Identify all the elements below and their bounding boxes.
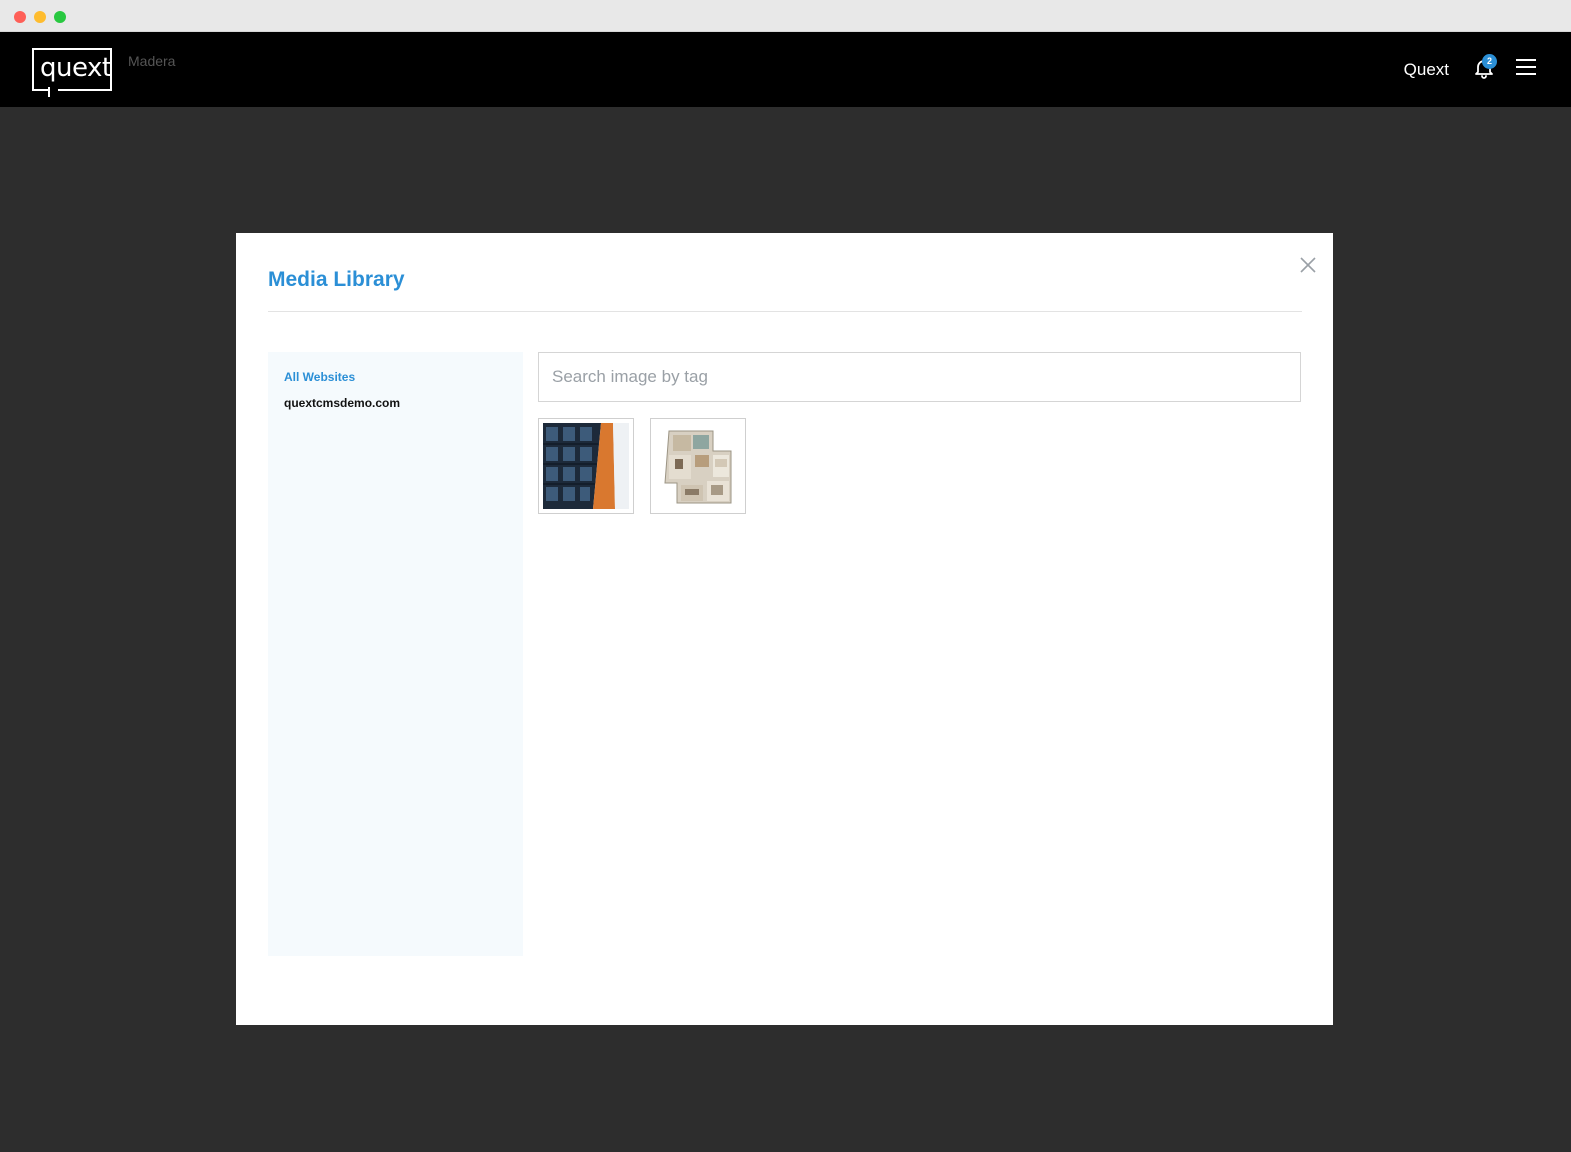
quext-logo[interactable]: quext — [32, 48, 112, 97]
user-name[interactable]: Quext — [1404, 60, 1449, 80]
notification-badge: 2 — [1482, 54, 1497, 69]
logo-text: quext — [40, 53, 112, 83]
property-name: Madera — [128, 53, 176, 69]
minimize-window-button[interactable] — [34, 11, 46, 23]
app-window: quext Madera Quext 2 Media Library All W… — [0, 0, 1571, 1152]
logo-tail — [48, 87, 58, 97]
sidebar-item-all-websites[interactable]: All Websites — [284, 370, 355, 384]
website-filter-sidebar: All Websites quextcmsdemo.com — [268, 352, 523, 956]
image-thumbnail[interactable] — [650, 418, 746, 514]
window-titlebar — [0, 0, 1571, 32]
sidebar-item-quextcmsdemo[interactable]: quextcmsdemo.com — [284, 396, 400, 410]
floor-plan-thumbnail — [655, 423, 741, 509]
close-window-button[interactable] — [14, 11, 26, 23]
modal-divider — [268, 311, 1302, 312]
top-app-bar: quext Madera Quext 2 — [0, 32, 1571, 107]
close-icon[interactable] — [1299, 256, 1317, 274]
modal-title: Media Library — [268, 268, 405, 291]
maximize-window-button[interactable] — [54, 11, 66, 23]
building-facade-thumbnail — [543, 423, 629, 509]
search-image-input[interactable] — [538, 352, 1301, 402]
hamburger-menu-icon[interactable] — [1516, 58, 1536, 76]
image-thumbnail[interactable] — [538, 418, 634, 514]
media-library-modal: Media Library All Websites quextcmsdemo.… — [236, 233, 1333, 1025]
